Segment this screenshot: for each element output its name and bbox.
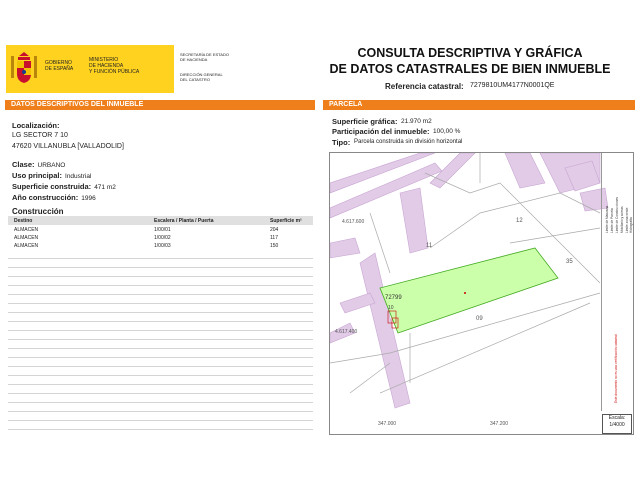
- superficie-grafica-value: 21.970 m2: [401, 118, 432, 125]
- legend-item: Límite de Parcela: [610, 208, 614, 233]
- cadastral-map[interactable]: 12 11 35 10 72799 09 4.617.600 4.617.400…: [329, 152, 634, 435]
- tipo-label: Tipo:: [332, 138, 351, 147]
- ministerio-line3: Y FUNCIÓN PÚBLICA: [89, 69, 140, 75]
- secretaria-line2: DE HACIENDA: [180, 57, 208, 62]
- table-row: ALMACEN 1/00/01 204: [8, 225, 313, 233]
- participacion-value: 100,00 %: [433, 128, 461, 135]
- scale-value: 1/4000: [609, 422, 625, 428]
- scale-box: Escala: 1/4000: [602, 414, 632, 434]
- coord-east-right: 347.200: [490, 421, 509, 427]
- superficie-label: Superficie construida:: [12, 182, 92, 191]
- clase-label: Clase:: [12, 160, 35, 169]
- clase-row: Clase: URBANO: [12, 160, 65, 169]
- scale-label: Escala:: [608, 415, 626, 421]
- page-title: CONSULTA DESCRIPTIVA Y GRÁFICA DE DATOS …: [320, 45, 620, 77]
- parcel-label-12: 12: [516, 218, 523, 224]
- direccion-label: DIRECCIÓN GENERAL DEL CATASTRO: [180, 72, 223, 82]
- localizacion-line1: LG SECTOR 7 10: [12, 132, 68, 139]
- gobierno-line2: DE ESPAÑA: [45, 66, 74, 72]
- legend-note: Este documento no es una certificación c…: [614, 334, 618, 403]
- localizacion-line2: 47620 VILLANUBLA [VALLADOLID]: [12, 143, 124, 150]
- superficie-row: Superficie construida: 471 m2: [12, 182, 116, 191]
- cell-destino: ALMACEN: [14, 243, 39, 249]
- header-superficie: Superficie m²: [270, 218, 302, 224]
- empty-table-lines: [8, 250, 313, 435]
- legend-item: Mobiliario y aceras: [620, 206, 624, 233]
- parcel-label-11: 11: [426, 243, 433, 249]
- table-header: Destino Escalera / Planta / Puerta Super…: [8, 216, 313, 225]
- map-legend: Límite de Manzana Límite de Parcela Lími…: [601, 153, 633, 411]
- superficie-grafica-label: Superficie gráfica:: [332, 117, 398, 126]
- header-escalera: Escalera / Planta / Puerta: [154, 218, 214, 224]
- direccion-line2: DEL CATASTRO: [180, 77, 210, 82]
- highlight-ref-label: 72799: [385, 295, 402, 301]
- legend-item: Límite de Construcciones: [615, 197, 619, 233]
- section-bar-datos: DATOS DESCRIPTIVOS DEL INMUEBLE: [5, 100, 315, 110]
- coord-north-lower: 4.617.400: [335, 329, 358, 335]
- ref-catastral-label: Referencia catastral:: [385, 82, 464, 91]
- section-bar-parcela: PARCELA: [323, 100, 635, 110]
- superficie-value: 471 m2: [94, 184, 116, 191]
- coord-east-left: 347.000: [378, 421, 397, 427]
- legend-item: Límite de Manzana: [605, 205, 609, 233]
- cell-escalera: 1/00/03: [154, 243, 171, 249]
- anio-row: Año construcción: 1996: [12, 193, 96, 202]
- secretaria-label: SECRETARÍA DE ESTADO DE HACIENDA: [180, 52, 229, 62]
- gobierno-label: GOBIERNO DE ESPAÑA: [45, 60, 73, 72]
- ref-catastral-value: 7279810UM4177N0001QE: [470, 82, 555, 89]
- coord-north-upper: 4.617.600: [342, 219, 365, 225]
- uso-label: Uso principal:: [12, 171, 63, 180]
- parcel-label-10: 10: [388, 305, 394, 311]
- parcel-label-09: 09: [476, 316, 483, 322]
- map-drawing: [330, 153, 609, 409]
- legend-item: Hidrografía: [629, 217, 633, 233]
- uso-value: Industrial: [65, 173, 92, 180]
- tipo-value: Parcela construida sin división horizont…: [354, 139, 463, 145]
- anio-label: Año construcción:: [12, 193, 79, 202]
- localizacion-label: Localización:: [12, 121, 60, 130]
- coat-of-arms-icon: [11, 52, 37, 83]
- cell-superficie: 150: [270, 243, 279, 249]
- uso-row: Uso principal: Industrial: [12, 171, 91, 180]
- title-line1: CONSULTA DESCRIPTIVA Y GRÁFICA: [357, 46, 583, 60]
- clase-value: URBANO: [37, 162, 66, 169]
- construccion-title: Construcción: [12, 207, 64, 216]
- table-row: ALMACEN 1/00/02 117: [8, 233, 313, 241]
- anio-value: 1996: [81, 195, 96, 202]
- parcel-label-35: 35: [566, 259, 573, 265]
- ministerio-label: MINISTERIO DE HACIENDA Y FUNCIÓN PÚBLICA: [89, 57, 139, 75]
- construccion-table: Destino Escalera / Planta / Puerta Super…: [8, 216, 313, 249]
- header-destino: Destino: [14, 218, 33, 224]
- participacion-label: Participación del inmueble:: [332, 127, 430, 136]
- title-line2: DE DATOS CATASTRALES DE BIEN INMUEBLE: [329, 62, 611, 76]
- table-row: ALMACEN 1/00/03 150: [8, 241, 313, 249]
